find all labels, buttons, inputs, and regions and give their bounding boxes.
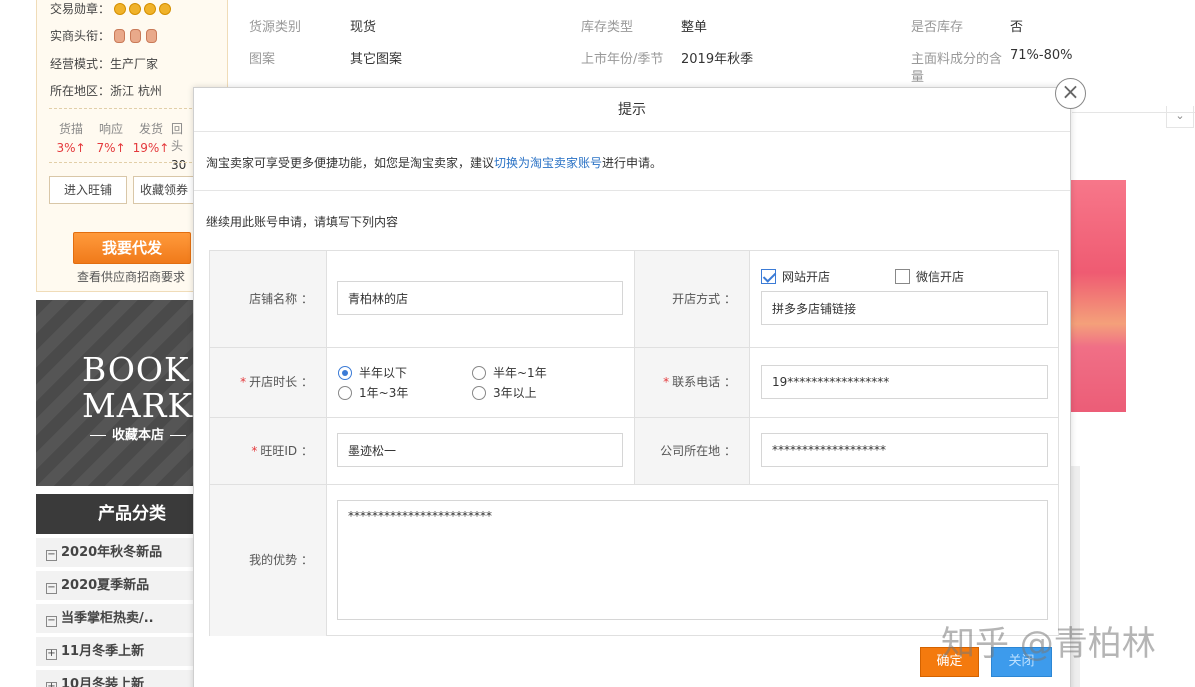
divider	[210, 347, 1058, 348]
wangwang-id-input[interactable]	[337, 433, 623, 467]
shop-link-input[interactable]	[761, 291, 1048, 325]
radio-unselected-icon[interactable]	[472, 386, 486, 400]
trade-medal-label: 交易勋章：	[50, 2, 111, 16]
trade-medal-row: 交易勋章：	[50, 0, 174, 17]
business-mode: 经营模式：生产厂家	[50, 57, 159, 71]
website-shop-checkbox[interactable]: 网站开店	[761, 268, 830, 285]
attr-value: 整单	[681, 20, 708, 35]
phone-label: * 联系电话 ：	[634, 348, 750, 417]
chevron-down-icon[interactable]: ⌄	[1166, 106, 1194, 128]
attr-key: 主面料成分的含	[911, 52, 1003, 67]
wechat-shop-checkbox[interactable]: 微信开店	[895, 268, 964, 285]
title-badge-icon	[129, 29, 141, 43]
stat-response: 响应 7%↑	[96, 122, 126, 155]
attr-key: 库存类型	[581, 20, 634, 35]
watermark-text: 知乎 @青柏林	[941, 624, 1156, 664]
collapse-icon[interactable]: −	[46, 583, 57, 594]
duration-radio-over-three-years[interactable]: 3年以上	[472, 384, 537, 401]
form-subtitle: 继续用此账号申请，请填写下列内容	[206, 215, 399, 229]
stat-shipping: 发货 19%↑	[132, 122, 170, 155]
attr-key: 货源类别	[249, 20, 302, 35]
close-icon[interactable]: ×	[1055, 78, 1086, 109]
attr-value: 其它图案	[350, 52, 403, 67]
duration-radio-half-to-one-year[interactable]: 半年~1年	[472, 364, 547, 381]
merchant-title-label: 实商头衔：	[50, 29, 111, 43]
seller-location: 所在地区：浙江 杭州	[50, 84, 162, 98]
application-form: 店铺名称 ： 开店方式 ： * 开店时长 ： * 联系电话 ： * 旺旺ID ： 公司…	[209, 250, 1059, 636]
attr-key: 量	[911, 70, 925, 85]
shop-name-label: 店铺名称 ：	[210, 251, 327, 347]
title-badge-icon	[113, 29, 125, 43]
bookmark-line2: MARK	[82, 386, 194, 425]
medal-coin-icon	[113, 3, 126, 15]
supplier-recruit-link[interactable]: 查看供应商招商要求	[77, 268, 185, 285]
advantage-label: 我的优势 ：	[210, 485, 327, 636]
company-location-input[interactable]	[761, 433, 1048, 467]
divider	[210, 484, 1058, 485]
collapse-icon[interactable]: −	[46, 616, 57, 627]
phone-input[interactable]	[761, 365, 1048, 399]
attr-key: 是否库存	[911, 20, 964, 35]
dialog-title: 提示	[194, 88, 1070, 132]
attr-value: 71%-80%	[1010, 48, 1073, 63]
checkbox-unchecked-icon[interactable]	[895, 269, 910, 284]
enter-shop-button[interactable]: 进入旺铺	[49, 176, 127, 204]
attr-key: 图案	[249, 52, 276, 67]
wangwang-label: * 旺旺ID ：	[210, 418, 327, 484]
favorite-coupon-button[interactable]: 收藏领券	[133, 176, 195, 204]
dropship-button[interactable]: 我要代发	[73, 232, 191, 264]
medal-coin-icon	[158, 3, 171, 15]
attr-key: 上市年份/季节	[581, 52, 664, 67]
radio-unselected-icon[interactable]	[472, 366, 486, 380]
notice-text: 淘宝卖家可享受更多便捷功能，如您是淘宝卖家，建议切换为淘宝卖家账号进行申请。	[206, 156, 663, 170]
merchant-title-row: 实商头衔：	[50, 27, 162, 44]
advantage-textarea[interactable]: ************************	[337, 500, 1048, 620]
shop-method-label: 开店方式 ：	[634, 251, 750, 347]
company-location-label: 公司所在地 ：	[634, 418, 750, 484]
medal-coin-icon	[128, 3, 141, 15]
divider	[210, 417, 1058, 418]
shop-name-input[interactable]	[337, 281, 623, 315]
attr-value: 2019年秋季	[681, 52, 754, 67]
expand-icon[interactable]: +	[46, 682, 57, 687]
bookmark-sub: 收藏本店	[84, 424, 192, 443]
switch-account-link[interactable]: 切换为淘宝卖家账号	[494, 156, 602, 170]
stat-repurchase: 回头 30	[171, 122, 187, 172]
attr-value: 现货	[350, 20, 377, 35]
stat-description: 货描 3%↑	[56, 122, 86, 155]
expand-icon[interactable]: +	[46, 649, 57, 660]
collapse-icon[interactable]: −	[46, 550, 57, 561]
shop-duration-label: * 开店时长 ：	[210, 348, 327, 417]
duration-radio-one-to-three-years[interactable]: 1年~3年	[338, 384, 408, 401]
attr-value: 否	[1010, 20, 1024, 35]
bookmark-line1: BOOK	[82, 350, 190, 389]
title-badge-icon	[145, 29, 157, 43]
apply-dialog: 提示 淘宝卖家可享受更多便捷功能，如您是淘宝卖家，建议切换为淘宝卖家账号进行申请…	[193, 87, 1071, 687]
divider	[194, 190, 1070, 191]
radio-unselected-icon[interactable]	[338, 386, 352, 400]
duration-radio-under-half-year[interactable]: 半年以下	[338, 364, 407, 381]
medal-coin-icon	[143, 3, 156, 15]
checkbox-checked-icon[interactable]	[761, 269, 776, 284]
promo-banner[interactable]	[1068, 180, 1126, 412]
radio-selected-icon[interactable]	[338, 366, 352, 380]
